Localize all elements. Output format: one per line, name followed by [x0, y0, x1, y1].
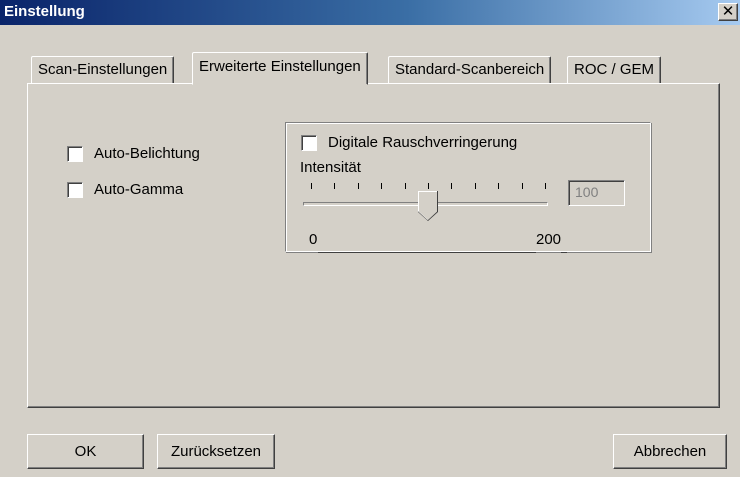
slider-max-label: 200 [536, 231, 562, 248]
ok-label: OK [74, 443, 97, 460]
slider-tick [334, 183, 336, 189]
intensity-value-field: 100 [568, 180, 625, 206]
intensity-value: 100 [575, 184, 599, 200]
tab-scan-einstellungen[interactable]: Scan-Einstellungen [31, 56, 175, 84]
reset-label: Zurücksetzen [170, 443, 262, 460]
tab-label: ROC / GEM [574, 61, 655, 78]
slider-tick [498, 183, 500, 189]
tab-roc-gem[interactable]: ROC / GEM [567, 56, 662, 84]
tab-standard-scanbereich[interactable]: Standard-Scanbereich [388, 56, 552, 84]
tab-erweiterte-einstellungen[interactable]: Erweiterte Einstellungen [192, 52, 368, 85]
auto-gamma-checkbox[interactable] [67, 182, 83, 198]
reset-button[interactable]: Zurücksetzen [157, 434, 275, 469]
slider-range-line [318, 252, 536, 253]
slider-tick [474, 183, 476, 189]
auto-exposure-checkbox[interactable] [67, 146, 83, 162]
slider-tick [381, 183, 383, 189]
slider-tick [545, 183, 546, 189]
tab-label: Scan-Einstellungen [38, 61, 168, 78]
noise-reduction-checkbox[interactable] [301, 135, 317, 151]
intensity-label: Intensität [300, 159, 361, 176]
window-title: Einstellung [4, 3, 85, 20]
tab-label: Erweiterte Einstellungen [199, 58, 361, 75]
cancel-label: Abbrechen [633, 443, 707, 460]
close-icon: ✕ [721, 3, 735, 20]
slider-min-label: 0 [309, 231, 318, 248]
slider-tick [311, 183, 312, 189]
slider-tick [404, 183, 406, 189]
close-button[interactable]: ✕ [718, 3, 738, 21]
auto-exposure-label[interactable]: Auto-Belichtung [94, 145, 200, 162]
slider-tick [521, 183, 523, 189]
slider-tick [428, 183, 429, 189]
cancel-button[interactable]: Abbrechen [613, 434, 727, 469]
slider-tick [451, 183, 453, 189]
slider-tick [357, 183, 359, 189]
title-bar: Einstellung ✕ [0, 0, 740, 25]
slider-range-line-end [561, 252, 567, 253]
noise-reduction-label[interactable]: Digitale Rauschverringerung [328, 134, 517, 151]
auto-gamma-label[interactable]: Auto-Gamma [94, 181, 183, 198]
ok-button[interactable]: OK [27, 434, 144, 469]
tab-label: Standard-Scanbereich [395, 61, 545, 78]
